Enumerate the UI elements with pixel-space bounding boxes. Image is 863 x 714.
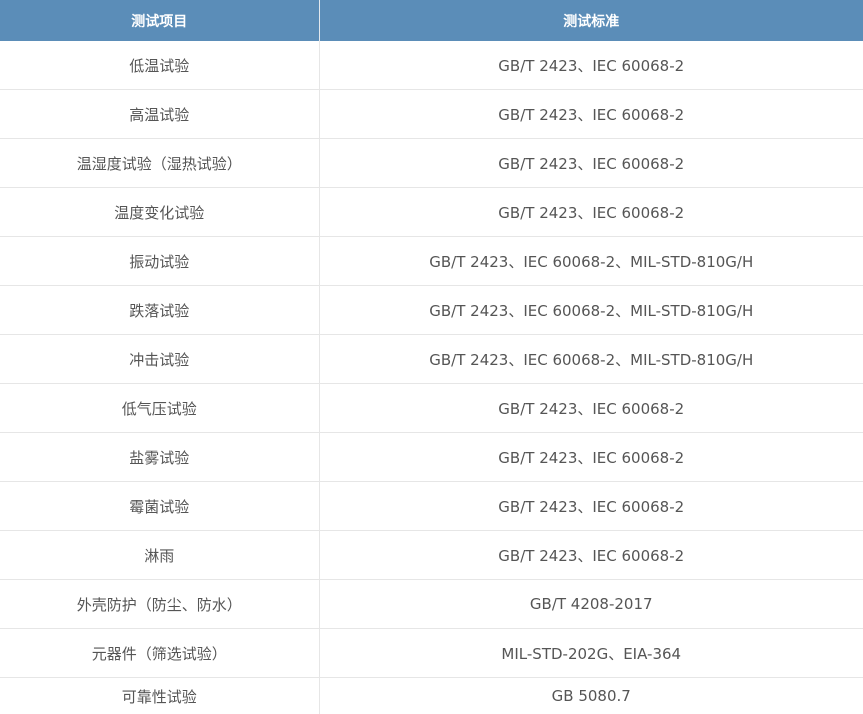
test-standard-cell: GB/T 2423、IEC 60068-2 [319, 187, 863, 237]
test-standard-cell: GB/T 2423、IEC 60068-2 [319, 432, 863, 482]
test-item-cell: 冲击试验 [0, 334, 320, 384]
table-row: 霉菌试验 GB/T 2423、IEC 60068-2 [0, 481, 863, 531]
test-item-cell: 外壳防护（防尘、防水） [0, 579, 320, 629]
table-row: 温度变化试验 GB/T 2423、IEC 60068-2 [0, 187, 863, 237]
table-row: 温湿度试验（湿热试验） GB/T 2423、IEC 60068-2 [0, 138, 863, 188]
test-standard-cell: GB/T 2423、IEC 60068-2、MIL-STD-810G/H [319, 236, 863, 286]
table-header: 测试项目 测试标准 [0, 0, 863, 41]
test-item-cell: 温湿度试验（湿热试验） [0, 138, 320, 188]
table-row: 振动试验 GB/T 2423、IEC 60068-2、MIL-STD-810G/… [0, 236, 863, 286]
test-standard-cell: GB/T 2423、IEC 60068-2 [319, 41, 863, 90]
test-item-cell: 低温试验 [0, 41, 320, 90]
table-row: 淋雨 GB/T 2423、IEC 60068-2 [0, 530, 863, 580]
test-standard-cell: GB/T 2423、IEC 60068-2、MIL-STD-810G/H [319, 285, 863, 335]
table-row: 跌落试验 GB/T 2423、IEC 60068-2、MIL-STD-810G/… [0, 285, 863, 335]
test-standard-cell: GB/T 2423、IEC 60068-2 [319, 481, 863, 531]
table-body: 低温试验 GB/T 2423、IEC 60068-2 高温试验 GB/T 242… [0, 41, 863, 714]
header-test-item: 测试项目 [0, 0, 320, 41]
test-standard-cell: GB/T 2423、IEC 60068-2、MIL-STD-810G/H [319, 334, 863, 384]
test-standard-cell: GB/T 2423、IEC 60068-2 [319, 530, 863, 580]
test-item-cell: 低气压试验 [0, 383, 320, 433]
table-row: 盐雾试验 GB/T 2423、IEC 60068-2 [0, 432, 863, 482]
test-item-cell: 振动试验 [0, 236, 320, 286]
table-row: 高温试验 GB/T 2423、IEC 60068-2 [0, 89, 863, 139]
table-row: 外壳防护（防尘、防水） GB/T 4208-2017 [0, 579, 863, 629]
test-standard-cell: GB/T 2423、IEC 60068-2 [319, 138, 863, 188]
test-item-cell: 元器件（筛选试验） [0, 628, 320, 678]
test-standards-table: 测试项目 测试标准 低温试验 GB/T 2423、IEC 60068-2 高温试… [0, 0, 863, 714]
table-row: 冲击试验 GB/T 2423、IEC 60068-2、MIL-STD-810G/… [0, 334, 863, 384]
test-standard-cell: GB 5080.7 [551, 687, 631, 705]
table-row: 可靠性试验 GB 5080.7 [0, 677, 863, 714]
test-standard-cell: MIL-STD-202G、EIA-364 [319, 628, 863, 678]
test-item-cell: 可靠性试验 [0, 677, 320, 714]
table-row: 元器件（筛选试验） MIL-STD-202G、EIA-364 [0, 628, 863, 678]
test-item-cell: 霉菌试验 [0, 481, 320, 531]
header-test-standard: 测试标准 [319, 0, 863, 41]
test-item-cell: 温度变化试验 [0, 187, 320, 237]
test-item-cell: 高温试验 [0, 89, 320, 139]
test-standard-cell: GB/T 2423、IEC 60068-2 [319, 383, 863, 433]
table-row: 低温试验 GB/T 2423、IEC 60068-2 [0, 41, 863, 90]
test-standard-cell: GB/T 2423、IEC 60068-2 [319, 89, 863, 139]
test-item-cell: 淋雨 [0, 530, 320, 580]
table-row: 低气压试验 GB/T 2423、IEC 60068-2 [0, 383, 863, 433]
header-row: 测试项目 测试标准 [0, 0, 863, 41]
test-standard-cell: GB/T 4208-2017 [319, 579, 863, 629]
test-item-cell: 跌落试验 [0, 285, 320, 335]
test-item-cell: 盐雾试验 [0, 432, 320, 482]
